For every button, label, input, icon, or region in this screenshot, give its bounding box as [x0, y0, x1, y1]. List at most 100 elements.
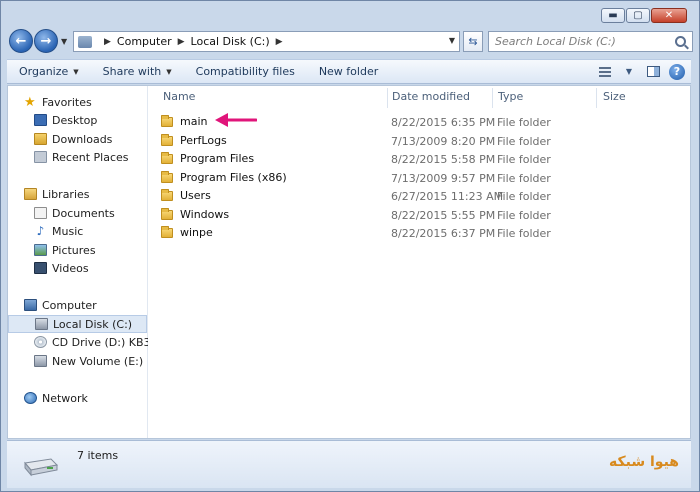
nav-music-label: Music	[52, 224, 84, 238]
file-name-cell: Program Files (x86)	[161, 170, 287, 184]
address-history-dropdown-icon[interactable]: ▼	[449, 36, 455, 45]
folder-icon	[161, 151, 173, 164]
desktop-icon	[34, 114, 47, 126]
content-area: ★ Favorites Desktop Downloads Recent Pla…	[7, 85, 691, 439]
refresh-icon: ⇆	[468, 35, 478, 48]
folder-icon	[161, 225, 173, 238]
address-bar[interactable]: ▶ Computer ▶ Local Disk (C:) ▶ ▼	[73, 31, 460, 52]
file-name: Program Files	[180, 152, 255, 165]
folder-icon	[161, 114, 173, 127]
close-button[interactable]: ✕	[651, 8, 687, 23]
nav-libraries[interactable]: Libraries	[24, 185, 164, 203]
forward-button[interactable]: →	[34, 29, 58, 53]
videos-icon	[34, 262, 47, 274]
file-row[interactable]: winpe 8/22/2015 6:37 PM File folder	[161, 224, 691, 242]
help-button[interactable]: ?	[667, 63, 687, 80]
documents-icon	[34, 207, 47, 219]
breadcrumb-chevron-icon[interactable]: ▶	[104, 37, 111, 47]
file-date: 8/22/2015 6:37 PM	[391, 227, 496, 240]
organize-button[interactable]: Organize ▼	[7, 60, 91, 83]
column-divider[interactable]	[596, 88, 597, 108]
breadcrumb-local-disk[interactable]: Local Disk (C:)	[191, 35, 270, 48]
chevron-down-icon: ▼	[166, 67, 172, 76]
search-icon[interactable]	[675, 36, 686, 47]
forward-arrow-icon: →	[40, 33, 52, 49]
view-options-button[interactable]: ▼	[619, 63, 639, 80]
nav-desktop-label: Desktop	[52, 113, 98, 127]
file-row[interactable]: Windows 8/22/2015 5:55 PM File folder	[161, 206, 691, 224]
file-name-cell: main	[161, 114, 208, 128]
file-type: File folder	[497, 116, 551, 129]
file-date: 6/27/2015 11:23 AM	[391, 190, 504, 203]
music-icon: ♪	[36, 224, 45, 238]
nav-computer-label: Computer	[42, 298, 97, 312]
share-with-label: Share with	[102, 65, 162, 78]
breadcrumb-computer[interactable]: Computer	[117, 35, 172, 48]
folder-icon	[161, 133, 173, 146]
maximize-button[interactable]: ▢	[626, 8, 650, 23]
close-icon: ✕	[664, 9, 674, 21]
column-divider[interactable]	[492, 88, 493, 108]
cd-drive-icon	[34, 336, 47, 348]
file-date: 7/13/2009 9:57 PM	[391, 172, 496, 185]
column-header-date-modified[interactable]: Date modified	[392, 90, 470, 106]
search-input[interactable]: Search Local Disk (C:)	[489, 35, 675, 48]
nav-recent-places-label: Recent Places	[52, 150, 129, 164]
file-row[interactable]: Program Files 8/22/2015 5:58 PM File fol…	[161, 150, 691, 168]
compatibility-files-button[interactable]: Compatibility files	[184, 60, 307, 83]
nav-computer[interactable]: Computer	[24, 296, 164, 314]
file-name: Program Files (x86)	[180, 171, 287, 184]
recent-places-icon	[34, 151, 47, 163]
file-type: File folder	[497, 172, 551, 185]
breadcrumb-chevron-icon[interactable]: ▶	[178, 37, 185, 47]
preview-pane-button[interactable]	[643, 63, 663, 80]
nav-network-label: Network	[42, 391, 88, 405]
minimize-button[interactable]: ▬	[601, 8, 625, 23]
column-header-size[interactable]: Size	[603, 90, 626, 106]
file-name: Windows	[180, 208, 230, 221]
new-folder-button[interactable]: New folder	[307, 60, 390, 83]
folder-icon	[161, 170, 173, 183]
nav-local-disk-label: Local Disk (C:)	[53, 317, 133, 331]
navigation-pane: ★ Favorites Desktop Downloads Recent Pla…	[8, 86, 148, 438]
nav-local-disk[interactable]: Local Disk (C:)	[8, 315, 147, 333]
downloads-folder-icon	[34, 133, 47, 145]
organize-label: Organize	[19, 65, 69, 78]
file-row[interactable]: Users 6/27/2015 11:23 AM File folder	[161, 187, 691, 205]
file-row[interactable]: PerfLogs 7/13/2009 8:20 PM File folder	[161, 132, 691, 150]
nav-network[interactable]: Network	[24, 389, 164, 407]
chevron-down-icon: ▼	[625, 67, 633, 76]
nav-videos-label: Videos	[52, 261, 89, 275]
file-date: 8/22/2015 5:55 PM	[391, 209, 496, 222]
share-with-button[interactable]: Share with ▼	[91, 60, 184, 83]
breadcrumb-chevron-icon[interactable]: ▶	[276, 37, 283, 47]
file-name: winpe	[180, 226, 213, 239]
file-name: Users	[180, 189, 211, 202]
explorer-window: ▬ ▢ ✕ ← → ▼ ▶ Computer ▶ Local Disk (C:)…	[0, 0, 700, 492]
refresh-button[interactable]: ⇆	[463, 31, 483, 52]
nav-cd-drive[interactable]: CD Drive (D:) KB3AIK	[34, 333, 148, 351]
hard-drive-icon	[35, 318, 48, 330]
file-date: 7/13/2009 8:20 PM	[391, 135, 496, 148]
folder-icon	[161, 188, 173, 201]
column-header-name[interactable]: Name	[163, 90, 195, 106]
help-icon: ?	[669, 63, 685, 80]
search-box[interactable]: Search Local Disk (C:)	[488, 31, 693, 52]
file-name: main	[180, 115, 208, 128]
column-divider[interactable]	[387, 88, 388, 108]
file-type: File folder	[497, 153, 551, 166]
pointer-arrow-icon	[215, 113, 257, 127]
file-row[interactable]: Program Files (x86) 7/13/2009 9:57 PM Fi…	[161, 169, 691, 187]
column-header-type[interactable]: Type	[498, 90, 523, 106]
recent-pages-dropdown-icon[interactable]: ▼	[61, 37, 67, 46]
compatibility-files-label: Compatibility files	[195, 65, 295, 78]
file-type: File folder	[497, 135, 551, 148]
chevron-down-icon: ▼	[73, 67, 79, 76]
file-name-cell: PerfLogs	[161, 133, 227, 147]
back-button[interactable]: ←	[9, 29, 33, 53]
change-view-button[interactable]	[595, 63, 615, 80]
details-pane: 7 items هیوا شبکه	[7, 440, 691, 488]
preview-pane-icon	[646, 66, 660, 77]
nav-favorites[interactable]: ★ Favorites	[24, 93, 164, 111]
nav-libraries-label: Libraries	[42, 187, 90, 201]
